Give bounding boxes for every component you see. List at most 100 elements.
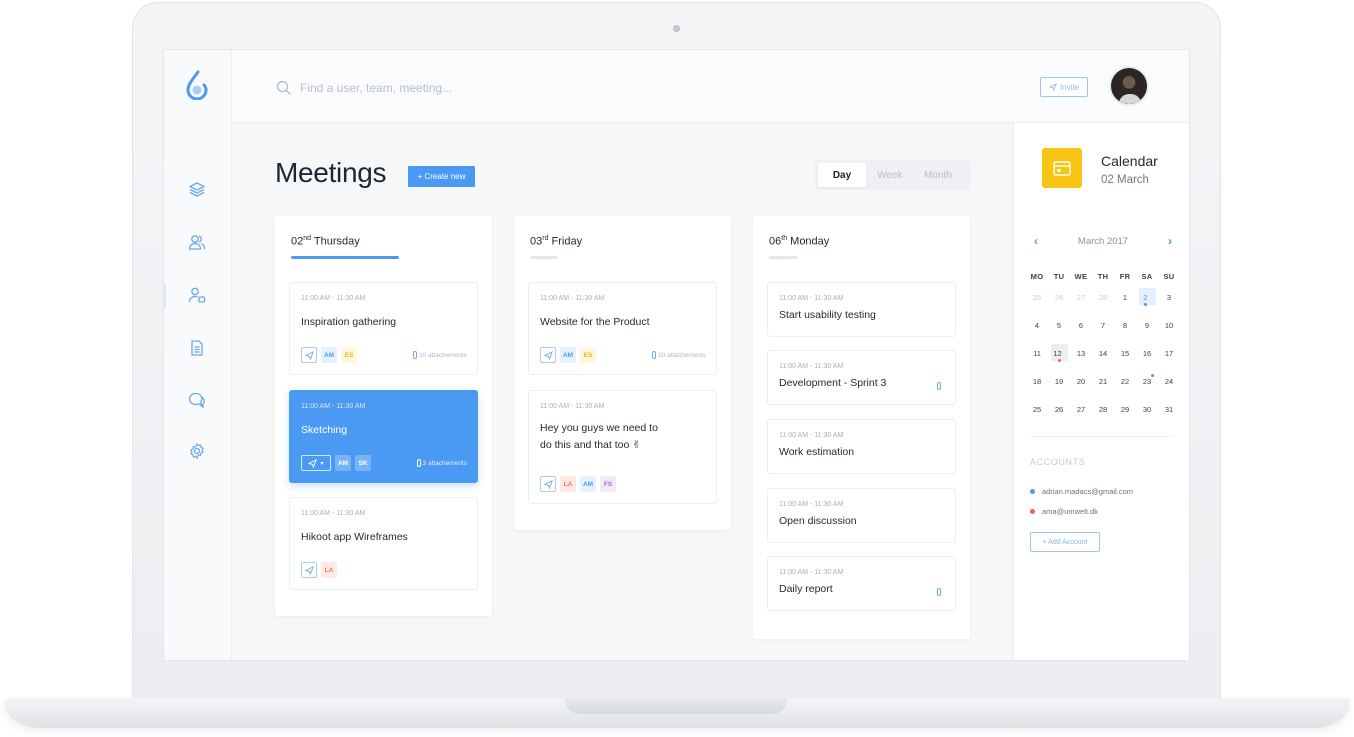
meeting-time: 11:00 AM - 11:30 AM [301, 510, 366, 517]
attachments-count[interactable]: 3 attachements [416, 459, 467, 467]
account-item[interactable]: adrian.madacs@gmail.com [1030, 487, 1133, 496]
attachments-count[interactable]: 10 attachements [651, 351, 706, 359]
invite-button[interactable]: Invite [1040, 77, 1088, 97]
sidebar [164, 50, 232, 660]
paperclip-icon[interactable] [937, 588, 941, 596]
nav-chat-icon[interactable] [186, 389, 208, 411]
nav-users-icon[interactable] [186, 231, 208, 253]
calendar-day[interactable]: 1 [1114, 283, 1136, 311]
meeting-title: Start usability testing [779, 309, 876, 321]
participant-tag[interactable]: AM [335, 455, 351, 471]
calendar-day[interactable]: 15 [1114, 339, 1136, 367]
view-tab-week[interactable]: Week [866, 163, 914, 187]
participant-tag[interactable]: ES [580, 347, 596, 363]
calendar-day[interactable]: 27 [1070, 283, 1092, 311]
meeting-time: 11:00 AM - 11:30 AM [540, 403, 605, 410]
calendar-day[interactable]: 29 [1114, 395, 1136, 423]
calendar-day[interactable]: 28 [1092, 283, 1114, 311]
calendar-day[interactable]: 9 [1136, 311, 1158, 339]
account-dot [1030, 489, 1035, 494]
calendar-day[interactable]: 4 [1026, 311, 1048, 339]
participant-tag[interactable]: LA [560, 476, 576, 492]
calendar-day[interactable]: 12 [1048, 339, 1070, 367]
top-header: Invite [232, 50, 1189, 123]
nav-document-icon[interactable] [186, 337, 208, 359]
view-tab-month[interactable]: Month [914, 163, 962, 187]
participant-tag[interactable]: AM [321, 347, 337, 363]
calendar-day[interactable]: 23 [1136, 367, 1158, 395]
calendar-day[interactable]: 25 [1026, 395, 1048, 423]
calendar-day[interactable]: 20 [1070, 367, 1092, 395]
account-email: adrian.madacs@gmail.com [1042, 487, 1133, 496]
calendar-day[interactable]: 22 [1114, 367, 1136, 395]
calendar-day[interactable]: 16 [1136, 339, 1158, 367]
user-avatar[interactable] [1109, 66, 1149, 106]
send-icon[interactable] [540, 347, 556, 363]
calendar-day[interactable]: 17 [1158, 339, 1180, 367]
calendar-day[interactable]: 27 [1070, 395, 1092, 423]
chevron-left-icon[interactable]: ‹ [1030, 234, 1042, 248]
participant-tag[interactable]: FS [600, 476, 616, 492]
calendar-day[interactable]: 26 [1048, 283, 1070, 311]
laptop-notch [565, 698, 787, 714]
calendar-day[interactable]: 25 [1026, 283, 1048, 311]
nav-user-lock-icon[interactable] [186, 284, 208, 306]
account-email: ama@umwelt.dk [1042, 507, 1098, 516]
day-underline [291, 256, 399, 259]
add-account-button[interactable]: + Add Account [1030, 532, 1100, 552]
calendar-day[interactable]: 6 [1070, 311, 1092, 339]
meeting-card[interactable]: 11:00 AM - 11:30 AM Website for the Prod… [528, 282, 717, 375]
day-column-friday: 03rd Friday 11:00 AM - 11:30 AM Website … [514, 216, 731, 530]
participant-tag[interactable]: ES [341, 347, 357, 363]
meeting-card[interactable]: 11:00 AM - 11:30 AM Start usability test… [767, 282, 956, 337]
accounts-label: ACCOUNTS [1030, 457, 1086, 467]
calendar-day[interactable]: 26 [1048, 395, 1070, 423]
calendar-day[interactable]: 5 [1048, 311, 1070, 339]
attachments-count[interactable]: 10 attachements [412, 351, 467, 359]
calendar-day[interactable]: 24 [1158, 367, 1180, 395]
calendar-day[interactable]: 8 [1114, 311, 1136, 339]
meeting-title: Open discussion [779, 515, 857, 527]
calendar-day[interactable]: 11 [1026, 339, 1048, 367]
meeting-card[interactable]: 11:00 AM - 11:30 AM Hikoot app Wireframe… [289, 497, 478, 590]
paperclip-icon[interactable] [937, 382, 941, 390]
meeting-card[interactable]: 11:00 AM - 11:30 AM Work estimation [767, 419, 956, 474]
calendar-day[interactable]: 7 [1092, 311, 1114, 339]
nav-layers-icon[interactable] [186, 178, 208, 200]
nav-settings-gear-icon[interactable] [186, 440, 208, 462]
calendar-day[interactable]: 2 [1136, 283, 1158, 311]
chevron-right-icon[interactable]: › [1164, 234, 1176, 248]
participant-tag[interactable]: SK [355, 455, 371, 471]
calendar-day[interactable]: 19 [1048, 367, 1070, 395]
send-icon[interactable] [540, 476, 556, 492]
participant-tag[interactable]: LA [321, 562, 337, 578]
meeting-card[interactable]: 11:00 AM - 11:30 AM Open discussion [767, 488, 956, 543]
calendar-day[interactable]: 14 [1092, 339, 1114, 367]
calendar-day[interactable]: 21 [1092, 367, 1114, 395]
calendar-day[interactable]: 10 [1158, 311, 1180, 339]
send-icon[interactable] [301, 347, 317, 363]
calendar-day[interactable]: 30 [1136, 395, 1158, 423]
calendar-day[interactable]: 31 [1158, 395, 1180, 423]
participant-tag[interactable]: AM [580, 476, 596, 492]
account-dot [1030, 509, 1035, 514]
meeting-card[interactable]: 11:00 AM - 11:30 AM Inspiration gatherin… [289, 282, 478, 375]
create-new-button[interactable]: + Create new [408, 166, 475, 187]
app-screen: Invite Meetings + Create new Day Week Mo… [163, 49, 1190, 661]
account-item[interactable]: ama@umwelt.dk [1030, 507, 1098, 516]
app-logo-icon[interactable] [184, 70, 210, 100]
calendar-day[interactable]: 18 [1026, 367, 1048, 395]
meeting-card[interactable]: 11:00 AM - 11:30 AM Hey you guys we need… [528, 390, 717, 504]
calendar-day[interactable]: 13 [1070, 339, 1092, 367]
calendar-day[interactable]: 3 [1158, 283, 1180, 311]
meeting-card[interactable]: 11:00 AM - 11:30 AM Daily report [767, 556, 956, 611]
meeting-card[interactable]: 11:00 AM - 11:30 AM Development - Sprint… [767, 350, 956, 405]
send-icon[interactable] [301, 562, 317, 578]
calendar-day[interactable]: 28 [1092, 395, 1114, 423]
view-tab-day[interactable]: Day [818, 163, 866, 187]
search-input[interactable] [300, 75, 660, 101]
day-underline [769, 256, 797, 259]
meeting-card-active[interactable]: 11:00 AM - 11:30 AM Sketching ▾ AM SK 3 … [289, 390, 478, 483]
send-dropdown-icon[interactable]: ▾ [301, 455, 331, 471]
participant-tag[interactable]: AM [560, 347, 576, 363]
